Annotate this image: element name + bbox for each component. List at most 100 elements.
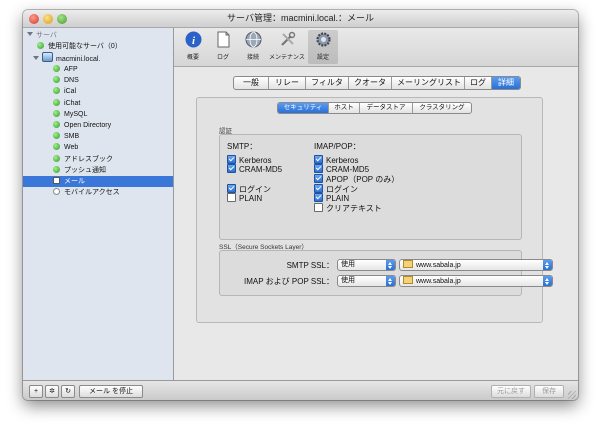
resize-grip[interactable] [568, 391, 576, 399]
document-icon [53, 177, 60, 184]
sidebar-item-label: SMB [64, 133, 80, 141]
sidebar-item-label: Open Directory [64, 122, 112, 129]
tab-log[interactable]: ログ [464, 77, 491, 89]
toolbar-item-label: 接続 [246, 55, 259, 61]
stop-mail-button[interactable]: メール を停止 [79, 385, 143, 398]
add-button[interactable]: + [29, 385, 43, 398]
sidebar-item-service[interactable]: モバイルアクセス [23, 187, 173, 198]
gear-icon [315, 32, 331, 47]
tab-quota[interactable]: クオータ [348, 77, 391, 89]
imap-auth-checkbox[interactable]: クリアテキスト [314, 203, 382, 213]
settings-tabs: 一般 リレー フィルタ クオータ メーリングリスト ログ 詳細 [233, 76, 521, 90]
toolbar-overview[interactable]: i 概要 [178, 30, 208, 64]
sidebar-item-service[interactable]: Web [23, 142, 173, 153]
checkbox-unchecked-icon[interactable] [314, 203, 323, 212]
sidebar-item-service[interactable]: SMB [23, 131, 173, 142]
checkbox-checked-icon[interactable] [227, 164, 236, 173]
smtp-auth-checkbox[interactable]: CRAM-MD5 [227, 164, 282, 174]
minimize-window-button[interactable] [43, 14, 53, 24]
sidebar-item-service[interactable]: アドレスブック [23, 154, 173, 165]
disclosure-triangle-icon[interactable] [33, 56, 39, 60]
sidebar-item-label: MySQL [64, 110, 88, 118]
checkbox-label: PLAIN [239, 194, 263, 203]
action-gear-button[interactable]: ✲ [45, 385, 59, 398]
toolbar-item-label: ログ [216, 55, 229, 61]
title-bar: サーバ管理：macmini.local.：メール [23, 10, 578, 28]
tab-filter[interactable]: フィルタ [305, 77, 348, 89]
smtp-ssl-certificate-popup[interactable]: www.sabala.jp [399, 259, 553, 271]
checkbox-label: APOP（POP のみ） [326, 175, 400, 184]
smtp-auth-checkbox[interactable]: PLAIN [227, 193, 262, 203]
disclosure-triangle-icon[interactable] [27, 32, 33, 36]
toolbar-settings[interactable]: 設定 [308, 30, 338, 64]
sidebar-header[interactable]: サーバ [23, 30, 177, 41]
sidebar-item-label: macmini.local. [56, 56, 101, 63]
sidebar-item-server[interactable]: macmini.local. [23, 52, 183, 63]
sidebar-item-service[interactable]: メール [23, 176, 173, 187]
toolbar-item-label: 概要 [186, 55, 199, 61]
imap-auth-checkbox[interactable]: PLAIN [314, 193, 349, 203]
checkbox-checked-icon[interactable] [314, 174, 323, 183]
revert-button[interactable]: 元に戻す [491, 385, 531, 398]
checkbox-checked-icon[interactable] [227, 184, 236, 193]
sidebar-item-service[interactable]: AFP [23, 64, 173, 75]
popup-value: 使用 [341, 261, 355, 268]
sidebar-item-service[interactable]: iCal [23, 86, 173, 97]
status-dot-icon [53, 132, 60, 140]
tab-mailing-lists[interactable]: メーリングリスト [391, 77, 464, 89]
tab-relay[interactable]: リレー [268, 77, 305, 89]
certificate-icon [403, 260, 413, 268]
zoom-window-button[interactable] [57, 14, 67, 24]
status-dot-icon [53, 143, 60, 151]
sidebar-item-service[interactable]: iChat [23, 98, 173, 109]
tab-advanced[interactable]: 詳細 [491, 77, 520, 89]
sidebar-item-label: DNS [64, 77, 79, 85]
imap-ssl-mode-popup[interactable]: 使用 [337, 275, 396, 287]
smtp-ssl-label: SMTP SSL： [286, 261, 334, 270]
status-dot-icon [53, 76, 60, 84]
checkbox-label: CRAM-MD5 [239, 165, 283, 174]
status-dot-icon [53, 188, 60, 196]
settings-content: 一般 リレー フィルタ クオータ メーリングリスト ログ 詳細 セキュリティ ホ… [174, 67, 578, 380]
sidebar-item-service[interactable]: Open Directory [23, 120, 173, 131]
sidebar-item-service[interactable]: DNS [23, 75, 173, 86]
subtab-clustering[interactable]: クラスタリング [412, 103, 471, 113]
sidebar-item-service[interactable]: プッシュ通知 [23, 165, 173, 176]
imap-auth-checkbox[interactable]: CRAM-MD5 [314, 164, 369, 174]
imap-ssl-certificate-popup[interactable]: www.sabala.jp [399, 275, 553, 287]
checkbox-checked-icon[interactable] [314, 184, 323, 193]
sidebar-item-service[interactable]: MySQL [23, 109, 173, 120]
status-dot-icon [53, 65, 60, 72]
sidebar-item-available-servers[interactable]: 使用可能なサーバ（0） [23, 41, 187, 52]
subtab-security[interactable]: セキュリティ [278, 103, 328, 113]
toolbar-maintenance[interactable]: メンテナンス [268, 30, 306, 64]
smtp-ssl-mode-popup[interactable]: 使用 [337, 259, 396, 271]
checkbox-checked-icon[interactable] [314, 155, 323, 164]
toolbar-connections[interactable]: 接続 [238, 30, 268, 64]
advanced-pane: セキュリティ ホスト データストア クラスタリング 認証 SMTP： IMAP/… [196, 97, 553, 323]
refresh-button[interactable]: ↻ [61, 385, 75, 398]
close-window-button[interactable] [29, 14, 39, 24]
toolbar-log[interactable]: ログ [208, 30, 238, 64]
tab-general[interactable]: 一般 [234, 77, 268, 89]
document-icon [217, 31, 229, 48]
imap-ssl-label: IMAP および POP SSL： [244, 277, 334, 286]
popup-arrows-icon [543, 260, 552, 270]
status-dot-icon [53, 109, 60, 117]
popup-value: www.sabala.jp [416, 278, 461, 285]
checkbox-checked-icon[interactable] [227, 155, 236, 164]
sidebar-item-label: プッシュ通知 [64, 166, 106, 174]
popup-value: 使用 [341, 277, 355, 284]
save-button[interactable]: 保存 [534, 385, 564, 398]
certificate-icon [403, 276, 413, 284]
sidebar-item-label: AFP [64, 66, 78, 73]
imap-auth-checkbox[interactable]: APOP（POP のみ） [314, 174, 399, 184]
popup-value: www.sabala.jp [416, 262, 461, 269]
sidebar-item-label: 使用可能なサーバ（0） [48, 43, 122, 50]
subtab-datastore[interactable]: データストア [359, 103, 412, 113]
server-admin-window: サーバ管理：macmini.local.：メール サーバ 使用可能なサーバ（0）… [23, 10, 578, 400]
checkbox-checked-icon[interactable] [314, 164, 323, 173]
checkbox-unchecked-icon[interactable] [227, 193, 236, 202]
subtab-hosts[interactable]: ホスト [328, 103, 359, 113]
checkbox-checked-icon[interactable] [314, 193, 323, 202]
